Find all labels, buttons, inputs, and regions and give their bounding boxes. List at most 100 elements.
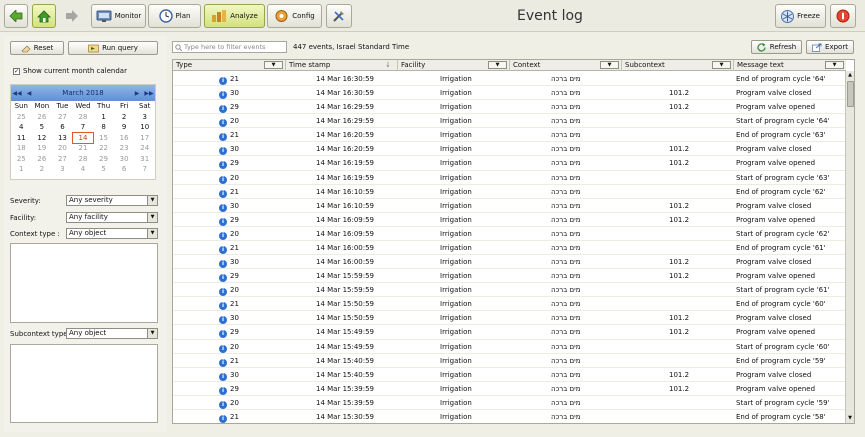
chevron-down-icon[interactable]: ▼ xyxy=(264,61,283,69)
table-row[interactable]: i 20 14 Mar 15:49:59 Irrigation מים ברכה Star… xyxy=(173,339,846,354)
run-query-button[interactable]: Run query xyxy=(68,41,158,55)
calendar-day[interactable]: 6 xyxy=(114,164,135,175)
column-header-context[interactable]: Context ▼ xyxy=(510,60,622,71)
table-row[interactable]: i 29 14 Mar 16:09:59 Irrigation מים ברכה 101.… xyxy=(173,213,846,227)
calendar-day[interactable]: 12 xyxy=(32,133,53,144)
calendar-day[interactable]: 26 xyxy=(32,112,53,123)
column-header-type[interactable]: Type ▼ xyxy=(173,60,286,71)
table-row[interactable]: i 30 14 Mar 15:40:59 Irrigation מים ברכה 101.… xyxy=(173,367,846,382)
calendar-day[interactable]: 25 xyxy=(11,154,32,165)
table-row[interactable]: i 29 14 Mar 15:39:59 Irrigation מים ברכה 101.… xyxy=(173,382,846,396)
calendar-day[interactable]: 22 xyxy=(93,143,114,154)
calendar-day[interactable]: 25 xyxy=(11,112,32,123)
subcontext-list[interactable] xyxy=(10,344,158,423)
chevron-down-icon[interactable]: ▼ xyxy=(488,61,507,69)
calendar-day[interactable]: 1 xyxy=(93,112,114,123)
calendar-day[interactable]: 3 xyxy=(52,164,73,175)
calendar-day[interactable]: 13 xyxy=(52,133,73,144)
calendar-day[interactable]: 17 xyxy=(134,133,155,144)
show-month-checkbox[interactable]: ✓ xyxy=(13,68,20,75)
table-row[interactable]: i 21 14 Mar 15:50:59 Irrigation מים ברכה End … xyxy=(173,297,846,312)
calendar-day[interactable]: 5 xyxy=(32,122,53,133)
table-row[interactable]: i 21 14 Mar 16:20:59 Irrigation מים ברכה End … xyxy=(173,128,846,143)
analyze-button[interactable]: Analyze xyxy=(204,4,265,28)
export-button[interactable]: Export xyxy=(806,40,854,54)
table-row[interactable]: i 21 14 Mar 16:00:59 Irrigation מים ברכה End … xyxy=(173,241,846,256)
subcontext-type-select[interactable]: Any object ▼ xyxy=(66,328,158,339)
calendar-day[interactable]: 8 xyxy=(93,122,114,133)
table-row[interactable]: i 29 14 Mar 16:29:59 Irrigation מים ברכה 101.… xyxy=(173,100,846,115)
table-row[interactable]: i 21 14 Mar 16:10:59 Irrigation מים ברכה End … xyxy=(173,185,846,199)
scrollbar-thumb[interactable] xyxy=(847,81,854,107)
tools-button[interactable] xyxy=(326,4,352,28)
calendar-day[interactable]: 26 xyxy=(32,154,53,165)
table-row[interactable]: i 20 14 Mar 15:39:59 Irrigation מים ברכה Star… xyxy=(173,395,846,410)
calendar-day[interactable]: 11 xyxy=(11,133,32,144)
refresh-button[interactable]: Refresh xyxy=(751,40,802,54)
table-row[interactable]: i 21 14 Mar 15:40:59 Irrigation מים ברכה End … xyxy=(173,354,846,368)
calendar-day[interactable]: 1 xyxy=(11,164,32,175)
back-button[interactable] xyxy=(4,4,28,28)
table-row[interactable]: i 30 14 Mar 16:00:59 Irrigation מים ברכה 101.… xyxy=(173,255,846,270)
calendar-day[interactable]: 30 xyxy=(114,154,135,165)
stop-button[interactable] xyxy=(830,4,856,28)
next-month-icon[interactable]: ▶ xyxy=(131,90,143,97)
calendar-day[interactable]: 23 xyxy=(114,143,135,154)
calendar-day[interactable]: 2 xyxy=(114,112,135,123)
facility-select[interactable]: Any facility ▼ xyxy=(66,212,158,223)
calendar-day[interactable]: 21 xyxy=(73,143,94,154)
context-type-select[interactable]: Any object ▼ xyxy=(66,228,158,239)
chevron-down-icon[interactable]: ▼ xyxy=(600,61,619,69)
home-button[interactable] xyxy=(32,4,56,28)
chevron-down-icon[interactable]: ▼ xyxy=(712,61,731,69)
calendar-day[interactable]: 27 xyxy=(52,112,73,123)
calendar-day[interactable]: 3 xyxy=(134,112,155,123)
table-row[interactable]: i 21 14 Mar 15:30:59 Irrigation מים ברכה End … xyxy=(173,410,846,423)
column-header-facility[interactable]: Facility ▼ xyxy=(398,60,510,71)
table-row[interactable]: i 20 14 Mar 15:59:59 Irrigation מים ברכה Star… xyxy=(173,283,846,298)
calendar-day[interactable]: 20 xyxy=(52,143,73,154)
calendar-day[interactable]: 28 xyxy=(73,112,94,123)
chevron-down-icon[interactable]: ▼ xyxy=(825,61,844,69)
calendar-day[interactable]: 18 xyxy=(11,143,32,154)
table-row[interactable]: i 30 14 Mar 16:30:59 Irrigation מים ברכה 101.… xyxy=(173,86,846,101)
vertical-scrollbar[interactable]: ▲ ▼ xyxy=(845,71,854,423)
table-row[interactable]: i 30 14 Mar 15:50:59 Irrigation מים ברכה 101.… xyxy=(173,311,846,326)
config-button[interactable]: Config xyxy=(267,4,322,28)
forward-button[interactable] xyxy=(60,4,84,28)
calendar-day[interactable]: 15 xyxy=(93,133,114,144)
calendar-day[interactable]: 24 xyxy=(134,143,155,154)
calendar-day[interactable]: 14 xyxy=(71,131,95,144)
calendar-day[interactable]: 27 xyxy=(52,154,73,165)
table-row[interactable]: i 20 14 Mar 16:19:59 Irrigation מים ברכה Star… xyxy=(173,170,846,185)
table-row[interactable]: i 29 14 Mar 15:59:59 Irrigation מים ברכה 101.… xyxy=(173,269,846,284)
table-row[interactable]: i 29 14 Mar 16:19:59 Irrigation מים ברכה 101.… xyxy=(173,156,846,171)
freeze-button[interactable]: Freeze xyxy=(775,4,826,28)
prev-year-icon[interactable]: ◀◀ xyxy=(11,90,23,97)
calendar-day[interactable]: 31 xyxy=(134,154,155,165)
column-header-timestamp[interactable]: Time stamp ↓ xyxy=(286,60,398,71)
monitor-button[interactable]: Monitor xyxy=(91,4,146,28)
calendar-day[interactable]: 7 xyxy=(134,164,155,175)
column-header-subcontext[interactable]: Subcontext ▼ xyxy=(622,60,734,71)
reset-button[interactable]: Reset xyxy=(10,41,64,55)
calendar-day[interactable]: 19 xyxy=(32,143,53,154)
calendar-day[interactable]: 4 xyxy=(11,122,32,133)
filter-input[interactable]: Type here to filter events xyxy=(172,41,287,53)
calendar-day[interactable]: 29 xyxy=(93,154,114,165)
scroll-down-icon[interactable]: ▼ xyxy=(846,414,854,423)
calendar-day[interactable]: 16 xyxy=(114,133,135,144)
prev-month-icon[interactable]: ◀ xyxy=(23,90,35,97)
calendar-day[interactable]: 9 xyxy=(114,122,135,133)
calendar-day[interactable]: 2 xyxy=(32,164,53,175)
context-list[interactable] xyxy=(10,243,158,323)
plan-button[interactable]: Plan xyxy=(148,4,201,28)
calendar-day[interactable]: 10 xyxy=(134,122,155,133)
calendar-day[interactable]: 28 xyxy=(73,154,94,165)
scroll-up-icon[interactable]: ▲ xyxy=(846,71,854,80)
table-row[interactable]: i 20 14 Mar 16:09:59 Irrigation מים ברכה Star… xyxy=(173,226,846,241)
calendar-day[interactable]: 5 xyxy=(93,164,114,175)
calendar-day[interactable]: 7 xyxy=(73,122,94,133)
table-row[interactable]: i 30 14 Mar 16:10:59 Irrigation מים ברכה 101.… xyxy=(173,198,846,213)
column-header-message[interactable]: Message text ▼ xyxy=(734,60,846,71)
